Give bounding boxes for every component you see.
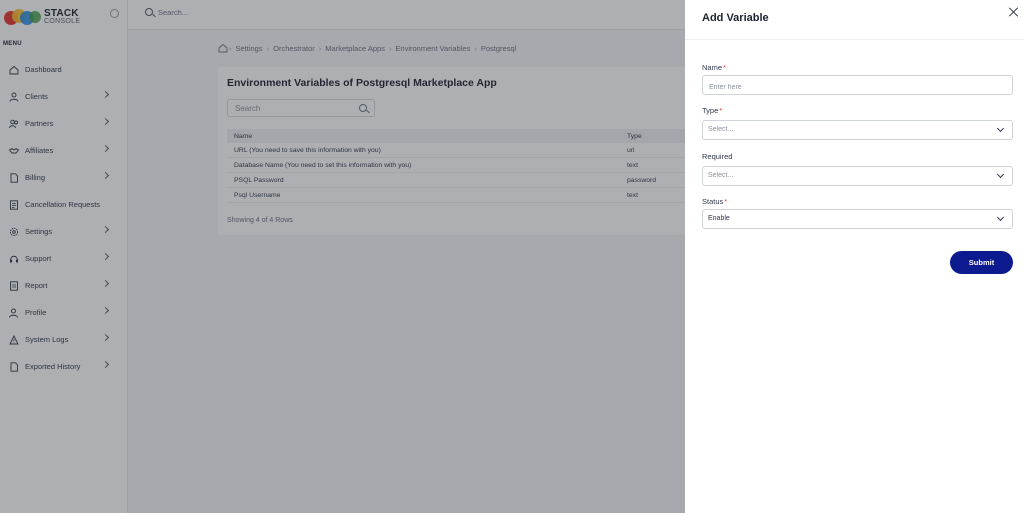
status-label: Status* [702,197,727,206]
name-input[interactable] [703,78,1012,97]
drawer-header: Add Variable [685,0,1024,40]
required-label: Required [702,152,732,161]
drawer-title: Add Variable [702,12,769,24]
type-label: Type* [702,106,722,115]
status-select-value: Enable [708,215,730,222]
chevron-down-icon [996,213,1005,222]
required-label-text: Required [702,152,733,161]
required-mark: * [719,106,723,115]
name-field[interactable] [702,75,1013,97]
add-variable-drawer: Add Variable Name* Type* Select... Requi… [685,0,1024,513]
required-mark: * [723,63,726,72]
required-mark: * [724,197,728,206]
type-label-text: Type [702,106,719,115]
status-label-text: Status [702,197,724,206]
chevron-down-icon [996,170,1005,179]
name-label: Name* [702,63,726,72]
submit-button[interactable]: Submit [950,251,1013,274]
status-select[interactable]: Enable [702,209,1013,229]
required-select[interactable]: Select... [702,166,1013,186]
type-select[interactable]: Select... [702,120,1013,140]
modal-backdrop[interactable] [0,0,685,513]
name-label-text: Name [702,63,723,72]
close-icon[interactable] [1009,7,1019,17]
chevron-down-icon [996,124,1005,133]
required-select-value: Select... [708,172,734,179]
type-select-value: Select... [708,126,734,133]
